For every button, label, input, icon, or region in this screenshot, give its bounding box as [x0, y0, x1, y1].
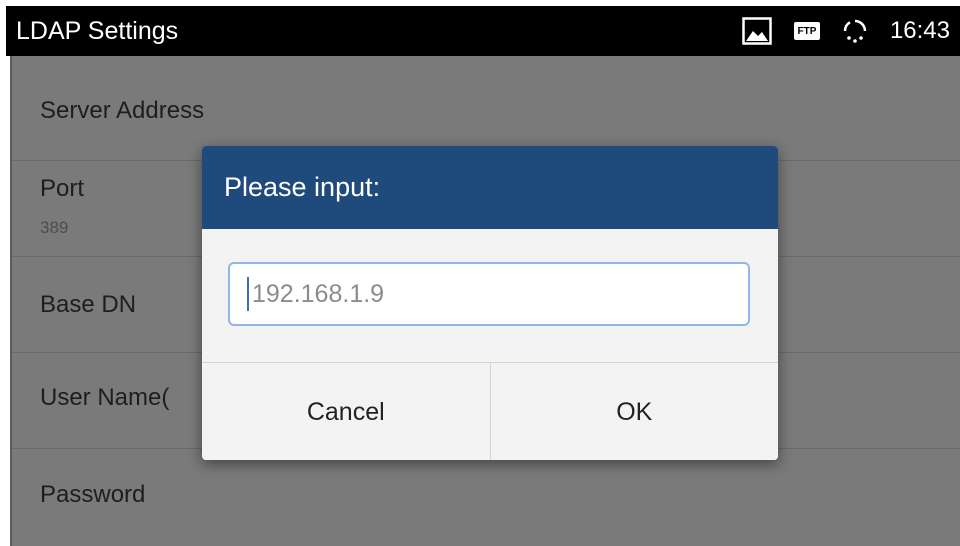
dialog-header: Please input:: [202, 146, 778, 229]
setting-label: Port: [40, 175, 85, 202]
dialog-buttons: Cancel OK: [202, 362, 778, 460]
setting-value: 389: [40, 218, 69, 237]
input-dialog: Please input: Cancel OK: [202, 146, 778, 460]
setting-label: User Name(: [40, 384, 170, 411]
server-address-input[interactable]: [228, 262, 750, 326]
text-cursor: [247, 277, 249, 311]
status-bar: LDAP Settings FTP 16:43: [6, 6, 960, 56]
setting-label: Server Address: [40, 97, 205, 124]
ftp-icon: FTP: [793, 22, 820, 40]
ok-button[interactable]: OK: [489, 363, 778, 460]
setting-label: Base DN: [40, 291, 137, 318]
setting-row-password[interactable]: Password: [12, 448, 960, 546]
image-icon: [742, 17, 772, 45]
clock: 16:43: [889, 17, 950, 44]
setting-label: Password: [40, 481, 146, 508]
cancel-button[interactable]: Cancel: [202, 363, 490, 460]
app-title: LDAP Settings: [16, 17, 179, 45]
dialog-title: Please input:: [224, 172, 381, 202]
status-icons: FTP 16:43: [742, 6, 950, 56]
sync-icon: [842, 18, 868, 44]
